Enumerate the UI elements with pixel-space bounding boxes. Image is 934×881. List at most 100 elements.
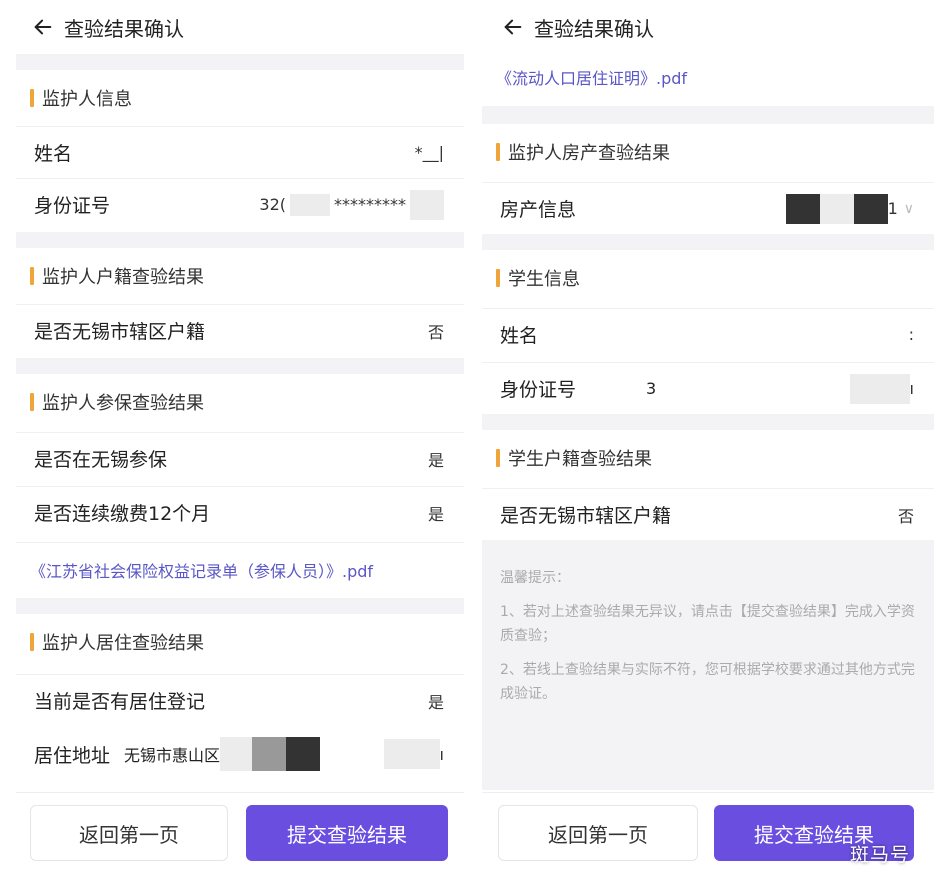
- section-gap: [16, 54, 464, 70]
- address-left: 居住地址 无锡市惠山区: [34, 737, 321, 771]
- accent-bar: [496, 143, 500, 161]
- watermark-text: 斑马号: [849, 844, 910, 866]
- id-mask: *********: [334, 195, 406, 214]
- section-gap: [482, 234, 934, 250]
- guardian-name-row: 姓名 *__|: [16, 126, 464, 178]
- arrow-left-icon[interactable]: [502, 16, 524, 38]
- student-id-row: 身份证号 3 ı: [482, 362, 934, 414]
- page-title: 查验结果确认: [534, 16, 654, 41]
- back-to-first-page-button[interactable]: 返回第一页: [30, 805, 228, 861]
- left-footer: 返回第一页 提交查验结果: [16, 792, 464, 881]
- row-value: 否: [427, 322, 444, 342]
- tips-panel: 温馨提示： 1、若对上述查验结果无异议，请点击【提交查验结果】完成入学资质查验；…: [482, 540, 934, 790]
- accent-bar: [30, 89, 34, 107]
- id-prefix: 32(: [259, 195, 286, 214]
- file-link-text[interactable]: 《流动人口居住证明》.pdf: [496, 65, 687, 89]
- address-row: 居住地址 无锡市惠山区 ı: [16, 728, 464, 780]
- guardian-residence-header: 监护人居住查验结果: [16, 614, 464, 670]
- student-household-header: 学生户籍查验结果: [482, 430, 934, 486]
- section-gap: [16, 232, 464, 248]
- address-value: 无锡市惠山区: [124, 746, 221, 765]
- row-label: 是否无锡市辖区户籍: [500, 505, 672, 527]
- section-title: 监护人信息: [42, 89, 132, 110]
- section-title: 学生信息: [508, 269, 580, 290]
- row-label: 身份证号: [500, 379, 577, 401]
- property-row[interactable]: 房产信息 1 ∨: [482, 182, 934, 234]
- accent-bar: [30, 267, 34, 285]
- address-tail-text: ı: [439, 744, 444, 764]
- address-tail: ı: [383, 739, 444, 769]
- row-label: 是否无锡市辖区户籍: [34, 321, 206, 343]
- accent-bar: [30, 393, 34, 411]
- guardian-info-header: 监护人信息: [16, 70, 464, 126]
- stage: 查验结果确认 监护人信息 姓名 *__| 身份证号 32( ********* …: [0, 0, 934, 881]
- button-label: 返回第一页: [548, 822, 648, 847]
- redacted-block: [220, 737, 253, 771]
- guardian-name-value: *__|: [414, 143, 444, 162]
- page-title: 查验结果确认: [64, 16, 184, 41]
- insurance-file-link[interactable]: 《江苏省社会保险权益记录单（参保人员）》.pdf: [16, 542, 464, 596]
- file-link-text[interactable]: 《江苏省社会保险权益记录单（参保人员）》.pdf: [30, 558, 373, 582]
- row-value: 是: [427, 692, 444, 712]
- redacted-block: [410, 189, 444, 220]
- section-title: 监护人参保查验结果: [42, 393, 204, 414]
- tip-2: 2、若线上查验结果与实际不符，您可根据学校要求通过其他方式完成验证。: [500, 662, 915, 702]
- student-household-row: 是否无锡市辖区户籍 否: [482, 488, 934, 540]
- submit-results-button[interactable]: 提交查验结果: [246, 805, 448, 861]
- row-value: 是: [427, 450, 444, 470]
- student-id-left: 身份证号 3: [500, 375, 656, 402]
- row-label: 是否在无锡参保: [34, 449, 168, 471]
- arrow-left-icon[interactable]: [32, 16, 54, 38]
- row-label: 身份证号: [34, 195, 111, 217]
- guardian-insurance-header: 监护人参保查验结果: [16, 374, 464, 430]
- accent-bar: [496, 269, 500, 287]
- insurance-row-1: 是否在无锡参保 是: [16, 432, 464, 484]
- property-header: 监护人房产查验结果: [482, 124, 934, 180]
- section-title: 监护人户籍查验结果: [42, 267, 204, 288]
- right-footer: 返回第一页 提交查验结果: [482, 792, 934, 881]
- redacted-block: [853, 193, 888, 224]
- row-label: 姓名: [34, 143, 73, 165]
- redacted-block: [252, 737, 287, 771]
- redacted-block: [383, 739, 440, 769]
- row-label: 房产信息: [500, 199, 577, 221]
- guardian-id-row: 身份证号 32( *********: [16, 178, 464, 230]
- row-label: 当前是否有居住登记: [34, 691, 206, 713]
- row-label: 是否连续缴费12个月: [34, 503, 211, 525]
- redacted-block: [849, 373, 910, 404]
- section-gap: [16, 598, 464, 614]
- redacted-block: [819, 193, 854, 224]
- button-label: 提交查验结果: [287, 822, 407, 847]
- section-title: 监护人居住查验结果: [42, 633, 204, 654]
- redacted-block: [785, 193, 820, 224]
- guardian-id-value: 32( *********: [259, 189, 444, 220]
- section-gap: [482, 106, 934, 124]
- section-gap: [482, 414, 934, 430]
- student-info-header: 学生信息: [482, 250, 934, 306]
- back-to-first-page-button[interactable]: 返回第一页: [498, 805, 698, 861]
- student-id-value: 3: [646, 379, 657, 398]
- section-title: 监护人房产查验结果: [508, 143, 670, 164]
- row-label: 姓名: [500, 325, 539, 347]
- property-value: 1 ∨: [785, 193, 914, 224]
- section-title: 学生户籍查验结果: [508, 449, 652, 470]
- guardian-household-header: 监护人户籍查验结果: [16, 248, 464, 304]
- row-label: 居住地址: [34, 744, 111, 767]
- chevron-down-icon[interactable]: ∨: [904, 201, 914, 217]
- accent-bar: [30, 633, 34, 651]
- accent-bar: [496, 449, 500, 467]
- insurance-row-2: 是否连续缴费12个月 是: [16, 486, 464, 538]
- row-value: 是: [427, 504, 444, 524]
- right-screen: 查验结果确认 《流动人口居住证明》.pdf 监护人房产查验结果 房产信息 1 ∨…: [482, 0, 934, 881]
- residence-row: 当前是否有居住登记 是: [16, 674, 464, 726]
- section-gap: [16, 358, 464, 374]
- student-id-tail: ı: [849, 373, 914, 404]
- redacted-block: [290, 193, 330, 216]
- tips-title: 温馨提示：: [500, 570, 570, 586]
- left-screen: 查验结果确认 监护人信息 姓名 *__| 身份证号 32( ********* …: [16, 0, 464, 881]
- residence-proof-link[interactable]: 《流动人口居住证明》.pdf: [482, 50, 934, 104]
- property-value-tail: 1: [887, 199, 898, 218]
- redacted-block: [286, 737, 321, 771]
- student-name-value: :: [908, 325, 914, 344]
- student-name-row: 姓名 :: [482, 308, 934, 360]
